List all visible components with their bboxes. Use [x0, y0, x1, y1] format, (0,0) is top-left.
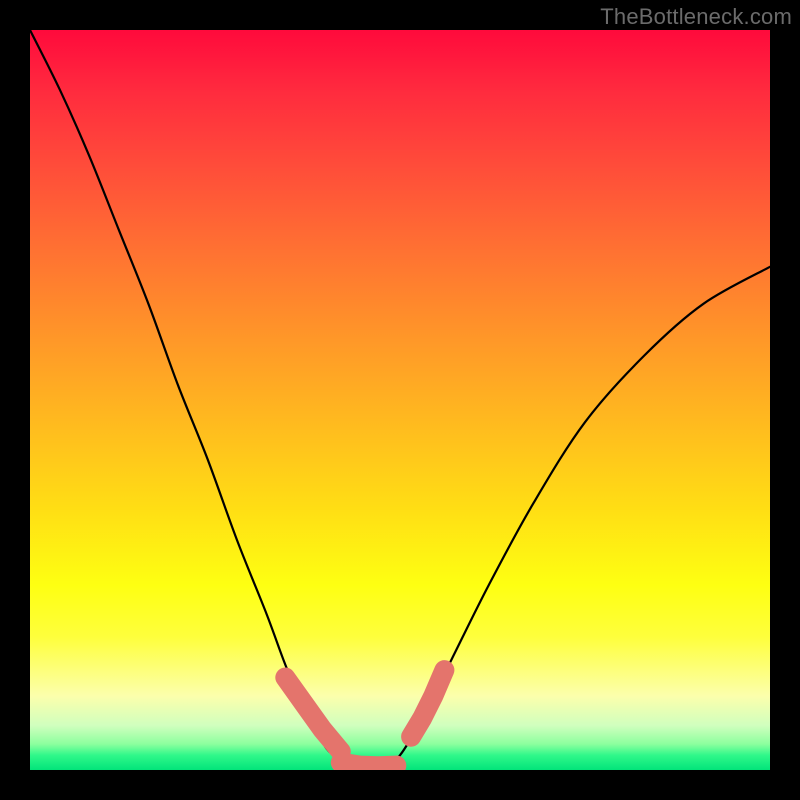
marker-segment [285, 678, 341, 752]
marker-segment [341, 763, 397, 767]
bottleneck-curve [30, 30, 770, 766]
chart-frame: TheBottleneck.com [0, 0, 800, 800]
watermark-text: TheBottleneck.com [600, 4, 792, 30]
highlighted-segments [285, 670, 444, 766]
curve-layer [30, 30, 770, 770]
plot-area [30, 30, 770, 770]
marker-segment [411, 670, 444, 737]
